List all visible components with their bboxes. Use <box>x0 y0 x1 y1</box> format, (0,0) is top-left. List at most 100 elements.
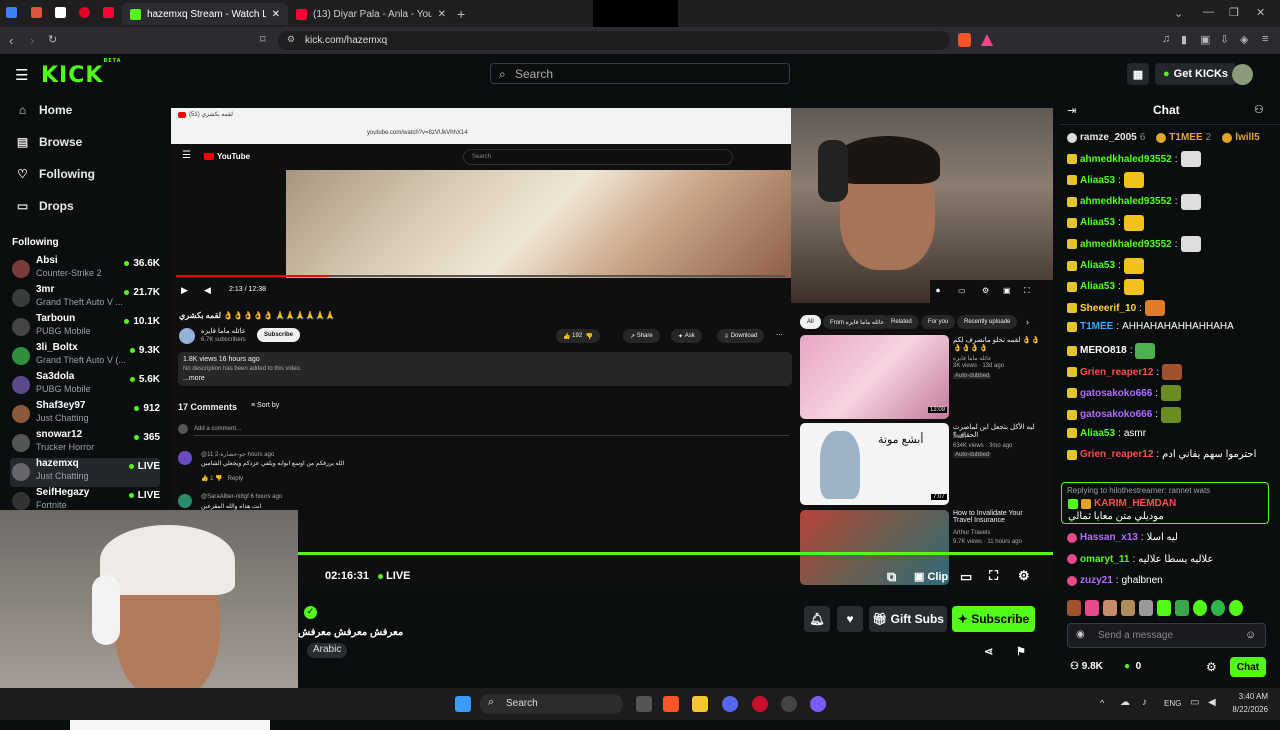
chat-username[interactable]: Aliaa53 <box>1080 428 1115 439</box>
chat-username[interactable]: Aliaa53 <box>1080 281 1115 292</box>
app-icon[interactable] <box>31 7 42 18</box>
chat-username[interactable]: Aliaa53 <box>1080 175 1115 186</box>
chat-username[interactable]: Sheeerif_10 <box>1080 303 1136 314</box>
forward-icon[interactable]: › <box>30 33 34 48</box>
app-icon[interactable] <box>810 696 826 712</box>
emote-icon[interactable] <box>1157 600 1171 616</box>
network-icon[interactable]: ▭ <box>1190 697 1199 708</box>
stream-tag[interactable]: Arabic <box>307 643 348 658</box>
steam-icon[interactable] <box>781 696 797 712</box>
chat-username[interactable]: ahmedkhaled93552 <box>1080 239 1172 250</box>
language[interactable]: ENG <box>1164 699 1181 708</box>
sidebar-icon[interactable]: ▮ <box>1181 33 1187 46</box>
site-info-icon[interactable]: ⚙ <box>287 34 295 45</box>
sidebar-item-absi[interactable]: Absi Counter-Strike 2 36.6K <box>10 255 160 284</box>
pinterest-icon[interactable] <box>79 7 90 18</box>
gift-subs-button[interactable]: 🎁︎ Gift Subs <box>869 606 947 632</box>
chevron-down-icon[interactable]: ⌄ <box>1174 7 1183 20</box>
sidebar-item-following[interactable]: ♡ Following <box>16 167 95 181</box>
volume-icon[interactable]: ◀ <box>1208 697 1216 708</box>
emote-icon[interactable] <box>1067 600 1081 616</box>
sidebar-item-3li_boltx[interactable]: 3li_Boltx Grand Theft Auto V (... 9.3K <box>10 342 160 371</box>
url-field[interactable]: ⚙ kick.com/hazemxq <box>278 31 950 50</box>
windows-start-icon[interactable] <box>455 696 471 712</box>
kick-logo[interactable]: KICKBETA <box>41 58 122 88</box>
chat-input[interactable]: ◉ Send a message ☺ <box>1067 623 1266 648</box>
rewards-icon[interactable] <box>981 34 993 46</box>
sidebar-item-drops[interactable]: ▭ Drops <box>16 199 74 213</box>
chat-username[interactable]: ahmedkhaled93552 <box>1080 154 1172 165</box>
search-input[interactable]: ⌕ Search <box>490 63 790 84</box>
download-icon[interactable]: ⇩ <box>1220 33 1229 46</box>
subscribe-button[interactable]: ✦ Subscribe <box>952 606 1035 632</box>
wallet-icon[interactable]: ▣ <box>1200 33 1210 46</box>
window-close-icon[interactable]: ✕ <box>1256 6 1265 19</box>
chat-users-icon[interactable]: ⚇ <box>1254 103 1264 116</box>
emote-icon[interactable] <box>1085 600 1099 616</box>
task-view-icon[interactable] <box>636 696 652 712</box>
get-kicks-button[interactable]: ● Get KICKs <box>1155 63 1237 85</box>
collapse-chat-icon[interactable]: ⇥ <box>1067 104 1076 117</box>
sidebar-item-sa3dola[interactable]: Sa3dola PUBG Mobile 5.6K <box>10 371 160 400</box>
media-icon[interactable]: ♫ <box>1162 33 1170 45</box>
report-icon[interactable]: ⚑ <box>1016 645 1026 658</box>
emoji-icon[interactable]: ☺ <box>1245 629 1256 641</box>
follow-button[interactable]: ♥ <box>837 606 863 632</box>
fullscreen-icon[interactable]: ⛶ <box>989 568 998 584</box>
chat-username[interactable]: Aliaa53 <box>1080 217 1115 228</box>
maximize-icon[interactable]: ❐ <box>1229 6 1239 19</box>
chat-username[interactable]: Aliaa53 <box>1080 260 1115 271</box>
emote-icon[interactable] <box>1193 600 1207 616</box>
clip-button[interactable]: ▣ Clip <box>914 570 948 583</box>
emote-icon[interactable] <box>1211 600 1225 616</box>
brave-icon[interactable] <box>663 696 679 712</box>
miniplayer-icon[interactable]: ▭ <box>960 569 972 585</box>
chat-username[interactable]: gatosakoko666 <box>1080 388 1152 399</box>
chat-username[interactable]: Grien_reaper12 <box>1080 449 1153 460</box>
emote-icon[interactable] <box>1175 600 1189 616</box>
bookmark-icon[interactable]: ⌑ <box>260 33 266 46</box>
chat-username[interactable]: gatosakoko666 <box>1080 409 1152 420</box>
menu-icon[interactable]: ≡ <box>1262 33 1268 45</box>
mic-icon[interactable]: ♪ <box>1142 697 1147 708</box>
brave-shield-icon[interactable] <box>958 33 971 47</box>
close-icon[interactable]: ✕ <box>272 9 280 20</box>
clock-time[interactable]: 3:40 AM <box>1232 692 1268 701</box>
opera-icon[interactable] <box>752 696 768 712</box>
discord-icon[interactable] <box>722 696 738 712</box>
clock-date[interactable]: 8/22/2026 <box>1226 705 1268 714</box>
chat-username[interactable]: MERO818 <box>1080 345 1127 356</box>
sidebar-item-browse[interactable]: ▤ Browse <box>16 135 83 149</box>
stream-progress[interactable] <box>298 552 1053 555</box>
chat-username[interactable]: zuzy21 <box>1080 575 1113 586</box>
minimize-icon[interactable]: — <box>1203 6 1214 18</box>
chat-settings-icon[interactable]: ⚙ <box>1206 660 1217 674</box>
settings-icon[interactable]: ⚙ <box>1018 568 1030 584</box>
vpn-icon[interactable]: ◈ <box>1240 33 1248 46</box>
emote-icon[interactable] <box>1121 600 1135 616</box>
notifications-button[interactable]: 🔔︎ <box>804 606 830 632</box>
avatar[interactable] <box>1232 64 1253 85</box>
new-tab-icon[interactable]: + <box>457 6 465 22</box>
tray-chevron-icon[interactable]: ^ <box>1100 698 1104 708</box>
cloud-icon[interactable]: ☁ <box>1120 697 1130 708</box>
chat-username[interactable]: T1MEE <box>1080 321 1113 332</box>
dashboard-button[interactable]: ▦ <box>1127 63 1149 85</box>
emote-icon[interactable] <box>1139 600 1153 616</box>
share-icon[interactable]: ⋖ <box>984 645 993 658</box>
chat-send-button[interactable]: Chat <box>1230 657 1266 677</box>
tab-kick[interactable]: hazemxq Stream - Watch Liv ✕ <box>122 3 288 25</box>
close-icon[interactable]: ✕ <box>438 9 446 20</box>
chat-username[interactable]: Hassan_x13 <box>1080 532 1138 543</box>
sidebar-item-shaf3ey97[interactable]: Shaf3ey97 Just Chatting 912 <box>10 400 160 429</box>
reload-icon[interactable]: ↻ <box>48 33 57 46</box>
emote-icon[interactable] <box>1229 600 1243 616</box>
chat-username[interactable]: omaryt_11 <box>1080 554 1129 565</box>
file-explorer-icon[interactable] <box>692 696 708 712</box>
sidebar-item-3mr[interactable]: 3mr Grand Theft Auto V ... 21.7K <box>10 284 160 313</box>
taskbar-search[interactable]: ⌕ Search <box>480 694 623 714</box>
chat-username[interactable]: Grien_reaper12 <box>1080 367 1153 378</box>
tab-youtube[interactable]: (13) Diyar Pala - Anla - YouTube ✕ <box>288 3 454 25</box>
youtube-icon[interactable] <box>103 7 114 18</box>
app-icon[interactable] <box>6 7 17 18</box>
